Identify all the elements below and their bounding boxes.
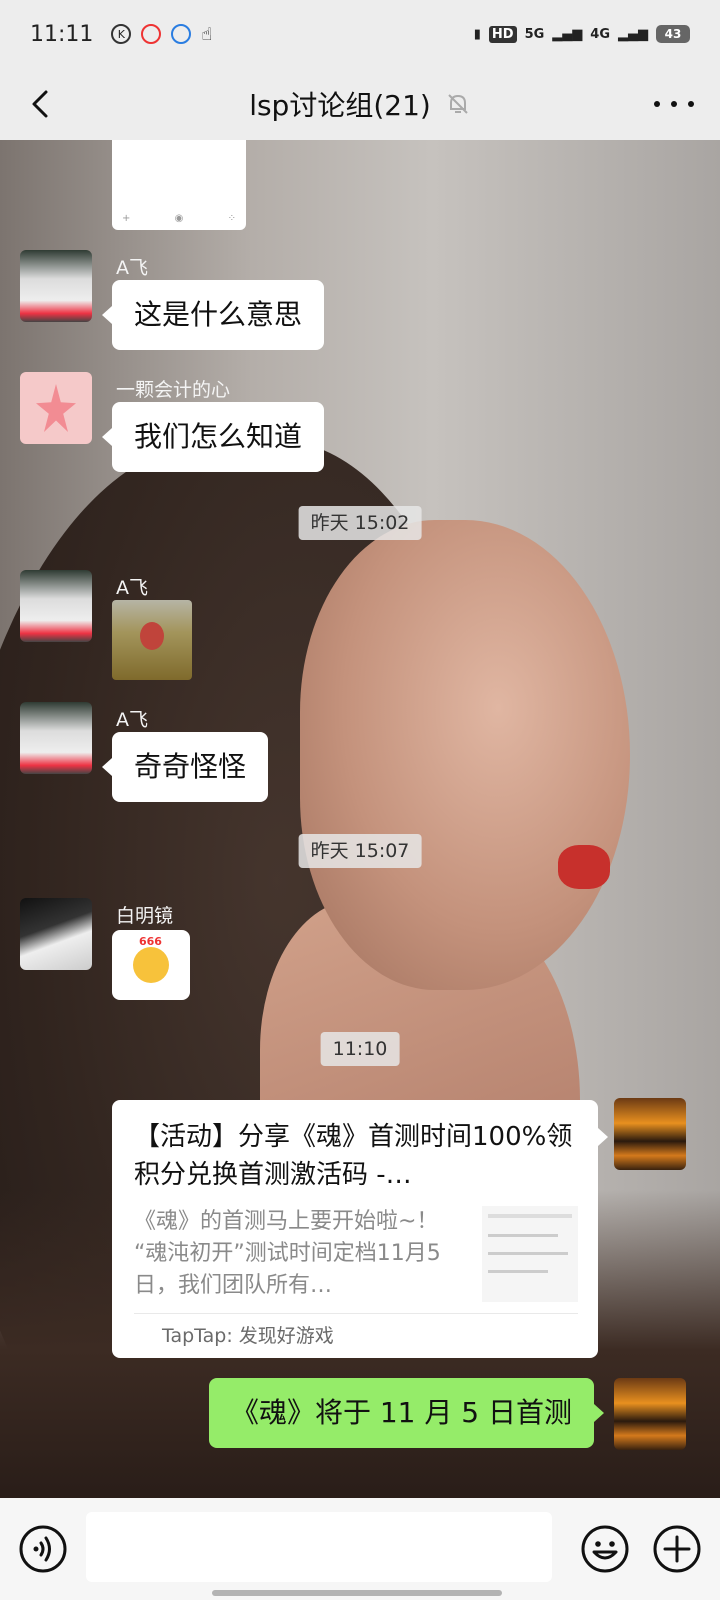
sender-name: A飞 (116, 577, 148, 599)
dot (671, 101, 677, 107)
system-icons: ▮ HD 5G ▂▄▆ 4G ▂▄▆ 43 (474, 25, 690, 43)
voice-input-icon[interactable] (18, 1524, 68, 1574)
message-text: 奇奇怪怪 (134, 750, 247, 783)
battery-icon: 43 (656, 25, 690, 43)
sticker-mouth (140, 622, 164, 650)
more-options-button[interactable] (654, 88, 694, 120)
signal-4g-icon: ▂▄▆ (618, 26, 648, 42)
browser-icon (171, 24, 192, 44)
sticker-image[interactable] (112, 600, 192, 680)
link-card-title: 【活动】分享《魂》首测时间100%领积分兑换首测激活码 -… (134, 1122, 573, 1190)
thumb-line (488, 1270, 548, 1273)
avatar[interactable] (20, 250, 92, 322)
avatar[interactable] (20, 702, 92, 774)
message-bubble[interactable]: 这是什么意思 (101, 280, 325, 350)
sender-name: 白明镜 (116, 905, 174, 927)
weibo-icon (141, 24, 162, 44)
my-avatar[interactable] (614, 1378, 686, 1450)
chat-screen: 11:11 K ☝ ▮ HD 5G ▂▄▆ 4G ▂▄▆ 43 lsp讨论组(2… (0, 0, 720, 1600)
image-message-partial[interactable]: + ◉ ⁘ (112, 140, 246, 230)
grid-icon: ⁘ (227, 213, 236, 224)
chevron-left-icon[interactable] (22, 84, 62, 124)
plus-icon[interactable] (652, 1524, 702, 1574)
link-card-thumbnail (482, 1206, 578, 1302)
bell-off-icon (448, 94, 468, 114)
message-text: 《魂》将于 11 月 5 日首测 (230, 1396, 572, 1429)
message-input[interactable] (86, 1512, 552, 1582)
vibrate-icon: ▮ (473, 26, 481, 42)
emoji-icon[interactable] (580, 1524, 630, 1574)
hd-badge: HD (488, 25, 517, 43)
plus-icon: + (122, 213, 131, 224)
emoji-666-icon: 666 (133, 935, 169, 983)
k-app-icon: K (111, 24, 132, 44)
avatar[interactable] (20, 372, 92, 444)
status-time: 11:11 (30, 21, 94, 47)
timestamp: 昨天 15:02 (298, 506, 422, 540)
touch-icon: ☝ (201, 23, 213, 45)
status-bar: 11:11 K ☝ ▮ HD 5G ▂▄▆ 4G ▂▄▆ 43 (0, 0, 720, 68)
input-bar (0, 1498, 720, 1600)
image-preview-toolbar: + ◉ ⁘ (122, 213, 236, 224)
user-icon: ◉ (174, 213, 184, 224)
sender-name: A飞 (116, 709, 148, 731)
timestamp: 昨天 15:07 (298, 834, 422, 868)
message-bubble[interactable]: 奇奇怪怪 (101, 732, 269, 802)
signal-4g-label: 4G (590, 26, 610, 42)
dot (688, 101, 694, 107)
shared-link-card[interactable]: 【活动】分享《魂》首测时间100%领积分兑换首测激活码 -… 《魂》的首测马上要… (112, 1100, 608, 1358)
thumb-line (488, 1234, 558, 1237)
notification-icons: K ☝ (111, 24, 212, 45)
starfish-avatar-art (36, 384, 76, 432)
chat-title: lsp讨论组(21) (249, 89, 431, 122)
timestamp: 11:10 (320, 1032, 400, 1066)
link-card-description: 《魂》的首测马上要开始啦~！ “魂沌初开”测试时间定档11月5日，我们团队所有… (134, 1209, 441, 1298)
emoji-message[interactable]: 666 (112, 930, 190, 1000)
link-card-source: TapTap: 发现好游戏 (134, 1313, 578, 1358)
emoji-label: 666 (139, 935, 162, 948)
signal-5g-icon: ▂▄▆ (552, 26, 583, 42)
sender-name: 一颗会计的心 (116, 379, 231, 401)
message-text: 这是什么意思 (134, 298, 303, 331)
thumb-line (488, 1214, 572, 1218)
signal-5g-label: 5G (524, 26, 545, 42)
avatar[interactable] (20, 570, 92, 642)
message-list[interactable]: + ◉ ⁘ A飞 这是什么意思 一颗会计的心 我们怎么知道 昨天 15:02 A… (0, 140, 720, 1498)
message-bubble[interactable]: 我们怎么知道 (101, 402, 325, 472)
thumb-line (488, 1252, 568, 1255)
my-avatar[interactable] (614, 1098, 686, 1170)
dot (654, 101, 660, 107)
home-indicator[interactable] (212, 1590, 502, 1596)
chat-header: lsp讨论组(21) (0, 68, 720, 140)
link-card-body: 《魂》的首测马上要开始啦~！ “魂沌初开”测试时间定档11月5日，我们团队所有… (134, 1206, 578, 1304)
sender-name: A飞 (116, 257, 148, 279)
avatar[interactable] (20, 898, 92, 970)
message-text: 我们怎么知道 (134, 420, 303, 453)
my-message-bubble[interactable]: 《魂》将于 11 月 5 日首测 (208, 1378, 605, 1448)
